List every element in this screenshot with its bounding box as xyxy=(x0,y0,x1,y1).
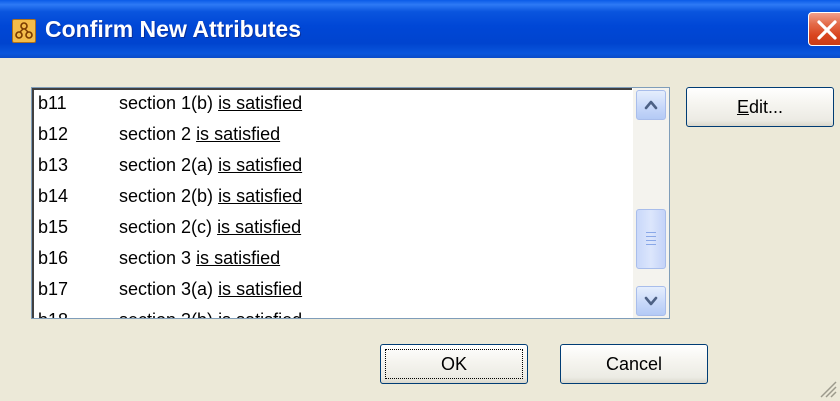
attribute-section: section 2(c) xyxy=(119,217,213,237)
attribute-text: section 2(b) is satisfied xyxy=(119,186,302,207)
attribute-condition-link[interactable]: is satisfied xyxy=(196,124,280,144)
attribute-condition-link[interactable]: is satisfied xyxy=(218,186,302,206)
thumb-grip-line xyxy=(646,232,656,233)
attribute-section: section 2(a) xyxy=(119,155,214,175)
resize-grip-icon[interactable] xyxy=(815,376,837,398)
scroll-up-arrow-icon xyxy=(644,100,658,110)
thumb-grip-line xyxy=(646,244,656,245)
attribute-text: section 3 is satisfied xyxy=(119,248,280,269)
attributes-list[interactable]: b11 section 1(b) is satisfied b12 sectio… xyxy=(31,87,670,319)
title-bar[interactable]: Confirm New Attributes xyxy=(0,0,840,58)
attribute-text: section 2(c) is satisfied xyxy=(119,217,301,238)
attribute-code: b17 xyxy=(38,279,69,299)
edit-label-rest: dit... xyxy=(749,97,784,117)
list-item[interactable]: b11 section 1(b) is satisfied xyxy=(34,90,634,121)
attribute-section: section 3(b) xyxy=(119,310,213,318)
attribute-condition-link[interactable]: is satisfied xyxy=(218,279,302,299)
attribute-code: b12 xyxy=(38,124,69,144)
list-item[interactable]: b18 section 3(b) is satisfied xyxy=(34,307,634,318)
attribute-code: b13 xyxy=(38,155,69,175)
attribute-text: section 3(b) is satisfied xyxy=(119,310,302,318)
list-item[interactable]: b15 section 2(c) is satisfied xyxy=(34,214,634,245)
attribute-section: section 1(b) xyxy=(119,93,214,113)
attributes-rows: b11 section 1(b) is satisfied b12 sectio… xyxy=(34,90,634,318)
list-item[interactable]: b13 section 2(a) is satisfied xyxy=(34,152,634,183)
list-item[interactable]: b16 section 3 is satisfied xyxy=(34,245,634,276)
attribute-section: section 3 xyxy=(119,248,192,268)
attribute-condition-link[interactable]: is satisfied xyxy=(217,217,301,237)
attribute-code: b16 xyxy=(38,248,69,268)
edit-button[interactable]: Edit... xyxy=(686,87,834,127)
attribute-text: section 2 is satisfied xyxy=(119,124,280,145)
attribute-section: section 3(a) xyxy=(119,279,214,299)
attribute-code: b18 xyxy=(38,310,68,318)
attribute-code: b11 xyxy=(38,93,67,113)
attribute-section: section 2 xyxy=(119,124,192,144)
list-item[interactable]: b17 section 3(a) is satisfied xyxy=(34,276,634,307)
attribute-condition-link[interactable]: is satisfied xyxy=(218,93,302,113)
thumb-grip-line xyxy=(646,240,656,241)
close-button[interactable] xyxy=(808,12,840,46)
cancel-button-label: Cancel xyxy=(605,354,663,374)
attribute-text: section 2(a) is satisfied xyxy=(119,155,302,176)
scroll-down-button[interactable] xyxy=(636,286,666,316)
scroll-down-arrow-icon xyxy=(644,296,658,306)
ok-button[interactable]: OK xyxy=(380,344,528,384)
attribute-code: b14 xyxy=(38,186,69,206)
thumb-grip-line xyxy=(646,236,656,237)
dialog-body: b11 section 1(b) is satisfied b12 sectio… xyxy=(0,58,840,401)
vertical-scrollbar[interactable] xyxy=(633,88,669,318)
edit-button-label: Edit... xyxy=(737,88,783,126)
attribute-condition-link[interactable]: is satisfied xyxy=(218,155,302,175)
cancel-button[interactable]: Cancel xyxy=(560,344,708,384)
scrollbar-thumb[interactable] xyxy=(636,209,666,269)
ok-button-label: OK xyxy=(440,354,467,374)
attribute-condition-link[interactable]: is satisfied xyxy=(218,310,302,318)
list-item[interactable]: b14 section 2(b) is satisfied xyxy=(34,183,634,214)
edit-mnemonic: E xyxy=(736,97,749,117)
scroll-up-button[interactable] xyxy=(636,90,666,120)
list-item[interactable]: b12 section 2 is satisfied xyxy=(34,121,634,152)
attributes-app-icon xyxy=(12,19,36,43)
attribute-section: section 2(b) xyxy=(119,186,214,206)
attribute-condition-link[interactable]: is satisfied xyxy=(196,248,280,268)
attribute-text: section 1(b) is satisfied xyxy=(119,93,302,114)
close-icon xyxy=(817,20,837,40)
attribute-text: section 3(a) is satisfied xyxy=(119,279,302,300)
attributes-list-viewport: b11 section 1(b) is satisfied b12 sectio… xyxy=(32,88,632,318)
window-title: Confirm New Attributes xyxy=(45,16,301,42)
attribute-code: b15 xyxy=(38,217,69,237)
